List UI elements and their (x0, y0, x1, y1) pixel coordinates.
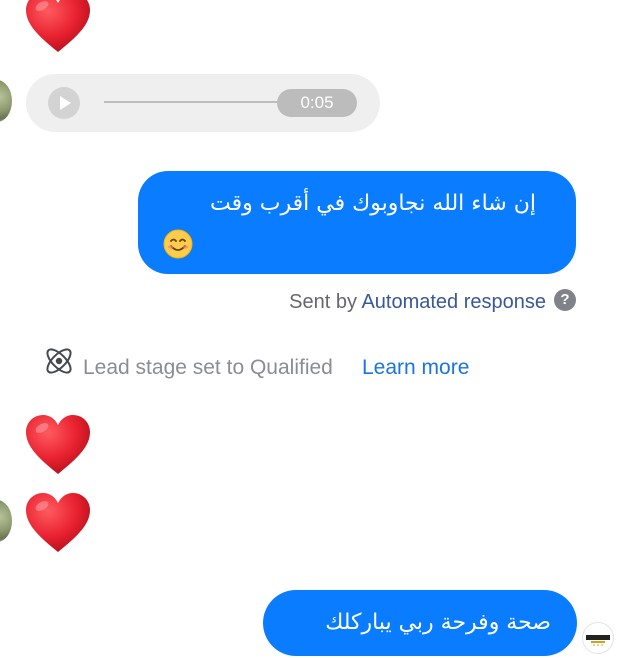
voice-duration-label: 0:05 (277, 89, 357, 117)
atom-icon (46, 348, 72, 374)
voice-message-bubble: 0:05 (26, 74, 380, 132)
outgoing-message-text: صحة وفرحة ربي يباركلك (325, 610, 551, 635)
sent-by-label: Sent by Automated response (289, 291, 546, 314)
help-icon[interactable]: ? (554, 289, 576, 311)
contact-avatar[interactable] (0, 80, 12, 122)
sent-by-prefix: Sent by (289, 291, 357, 313)
outgoing-message-bubble: إن شاء الله نجاوبوك في أقرب وقت (138, 171, 576, 274)
voice-progress-track[interactable] (104, 101, 279, 103)
lead-stage-text: Lead stage set to Qualified (83, 356, 333, 379)
brand-logo-icon (586, 635, 610, 646)
chat-thread: 0:05 إن شاء الله نجاوبوك في أقرب وقت Sen… (0, 0, 628, 658)
outgoing-message-bubble: صحة وفرحة ربي يباركلك (263, 590, 577, 656)
learn-more-link[interactable]: Learn more (362, 356, 469, 380)
heart-emoji-reaction (26, 415, 90, 474)
automated-response-link[interactable]: Automated response (361, 291, 546, 313)
heart-emoji-reaction (26, 493, 90, 552)
outgoing-message-text: إن شاء الله نجاوبوك في أقرب وقت (210, 191, 536, 216)
page-brand-avatar[interactable] (582, 622, 614, 654)
smiling-face-emoji-icon (163, 229, 193, 259)
play-button[interactable] (48, 87, 80, 119)
heart-emoji-reaction (26, 0, 90, 52)
contact-avatar[interactable] (0, 500, 12, 542)
